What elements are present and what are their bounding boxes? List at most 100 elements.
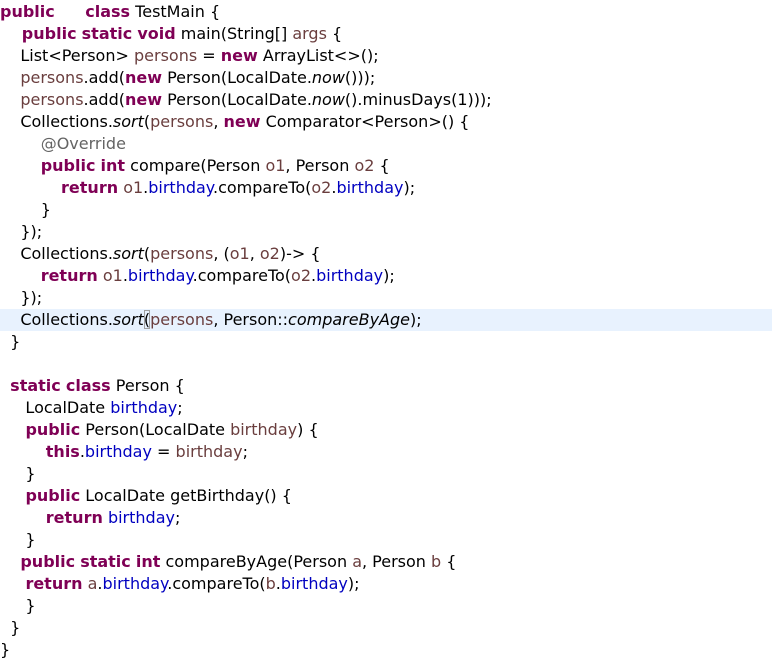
code-token: , Person bbox=[285, 156, 355, 175]
code-token: } bbox=[0, 596, 36, 615]
code-line[interactable]: public static int compareByAge(Person a,… bbox=[0, 551, 772, 573]
code-token: Comparator<Person>() { bbox=[260, 112, 470, 131]
code-token: { bbox=[441, 552, 457, 571]
code-token: LocalDate bbox=[0, 398, 111, 417]
code-line[interactable] bbox=[0, 353, 772, 375]
code-token: } bbox=[0, 332, 21, 351]
code-token: , Person bbox=[362, 552, 432, 571]
code-token: ); bbox=[410, 310, 422, 329]
variable-token: args bbox=[292, 24, 327, 43]
variable-token: o2 bbox=[291, 266, 311, 285]
keyword-token: void bbox=[137, 24, 176, 43]
code-token: = bbox=[197, 46, 221, 65]
code-token: ); bbox=[403, 178, 416, 197]
code-line[interactable]: public int compare(Person o1, Person o2 … bbox=[0, 155, 772, 177]
code-token: )-> { bbox=[279, 244, 321, 263]
code-line[interactable]: this.birthday = birthday; bbox=[0, 441, 772, 463]
field-token: birthday bbox=[148, 178, 213, 197]
keyword-token: public bbox=[40, 156, 96, 175]
code-line[interactable]: return o1.birthday.compareTo(o2.birthday… bbox=[0, 265, 772, 287]
field-token: birthday bbox=[280, 574, 348, 593]
keyword-token: static bbox=[10, 376, 61, 395]
code-line[interactable]: List<Person> persons = new ArrayList<>()… bbox=[0, 45, 772, 67]
keyword-token: return bbox=[61, 178, 119, 197]
keyword-token: int bbox=[135, 552, 161, 571]
code-line[interactable]: } bbox=[0, 639, 772, 661]
variable-token: persons bbox=[20, 68, 84, 87]
code-token: } bbox=[0, 200, 51, 219]
code-line[interactable]: persons.add(new Person(LocalDate.now().m… bbox=[0, 89, 772, 111]
variable-token: b bbox=[265, 574, 276, 593]
keyword-token: class bbox=[85, 2, 131, 21]
keyword-token: new bbox=[124, 90, 163, 109]
code-token: ())); bbox=[344, 68, 376, 87]
code-token: ; bbox=[174, 508, 181, 527]
code-line[interactable]: return a.birthday.compareTo(b.birthday); bbox=[0, 573, 772, 595]
code-token: } bbox=[0, 464, 36, 483]
code-token: Person(LocalDate. bbox=[162, 68, 312, 87]
keyword-token: public bbox=[25, 486, 81, 505]
code-line[interactable]: persons.add(new Person(LocalDate.now()))… bbox=[0, 67, 772, 89]
field-token: birthday bbox=[102, 574, 168, 593]
code-line[interactable]: Collections.sort(persons, (o1, o2)-> { bbox=[0, 243, 772, 265]
code-token: Person(LocalDate. bbox=[162, 90, 312, 109]
keyword-token: new bbox=[124, 68, 163, 87]
code-line[interactable]: }); bbox=[0, 287, 772, 309]
code-line[interactable]: public class TestMain { bbox=[0, 1, 772, 23]
code-line[interactable]: @Override bbox=[0, 133, 772, 155]
variable-token: persons bbox=[150, 112, 214, 131]
code-token: = bbox=[151, 442, 176, 461]
code-token: LocalDate getBirthday() { bbox=[80, 486, 292, 505]
code-editor[interactable]: public class TestMain { public static vo… bbox=[0, 0, 772, 663]
variable-token: o2 bbox=[311, 178, 332, 197]
code-line[interactable]: } bbox=[0, 199, 772, 221]
code-line[interactable]: public static void main(String[] args { bbox=[0, 23, 772, 45]
code-line[interactable]: public LocalDate getBirthday() { bbox=[0, 485, 772, 507]
keyword-token: return bbox=[25, 574, 83, 593]
field-token: birthday bbox=[84, 442, 152, 461]
code-line[interactable]: } bbox=[0, 595, 772, 617]
code-token: Collections. bbox=[0, 244, 113, 263]
code-token: ) { bbox=[297, 420, 319, 439]
code-line[interactable]: LocalDate birthday; bbox=[0, 397, 772, 419]
keyword-token: return bbox=[40, 266, 98, 285]
code-line[interactable]: } bbox=[0, 529, 772, 551]
code-token: , bbox=[213, 112, 224, 131]
code-line[interactable]: }); bbox=[0, 221, 772, 243]
code-token: Person(LocalDate bbox=[80, 420, 231, 439]
code-line[interactable]: } bbox=[0, 463, 772, 485]
code-line[interactable]: Collections.sort(persons, Person::compar… bbox=[0, 309, 772, 331]
variable-token: persons bbox=[133, 46, 198, 65]
static-method-token: sort bbox=[112, 310, 144, 329]
field-token: birthday bbox=[127, 266, 193, 285]
keyword-token: public bbox=[5, 24, 77, 43]
code-token: ; bbox=[177, 398, 183, 417]
variable-token: o1 bbox=[123, 178, 144, 197]
code-token: Person { bbox=[110, 376, 185, 395]
code-token: , bbox=[249, 244, 260, 263]
code-line[interactable]: static class Person { bbox=[0, 375, 772, 397]
variable-token: persons bbox=[20, 90, 84, 109]
code-token: ().minusDays(1))); bbox=[344, 90, 492, 109]
code-token: } bbox=[0, 530, 36, 549]
variable-token: o1 bbox=[265, 156, 286, 175]
code-line[interactable]: } bbox=[0, 617, 772, 639]
code-line[interactable]: return o1.birthday.compareTo(o2.birthday… bbox=[0, 177, 772, 199]
code-line[interactable]: Collections.sort(persons, new Comparator… bbox=[0, 111, 772, 133]
code-token: , Person:: bbox=[213, 310, 289, 329]
code-line[interactable]: return birthday; bbox=[0, 507, 772, 529]
code-line[interactable]: } bbox=[0, 331, 772, 353]
code-line[interactable]: public Person(LocalDate birthday) { bbox=[0, 419, 772, 441]
keyword-token: public bbox=[20, 552, 76, 571]
keyword-token: new bbox=[223, 112, 261, 131]
code-token: }); bbox=[0, 222, 43, 241]
variable-token: persons bbox=[150, 310, 214, 329]
